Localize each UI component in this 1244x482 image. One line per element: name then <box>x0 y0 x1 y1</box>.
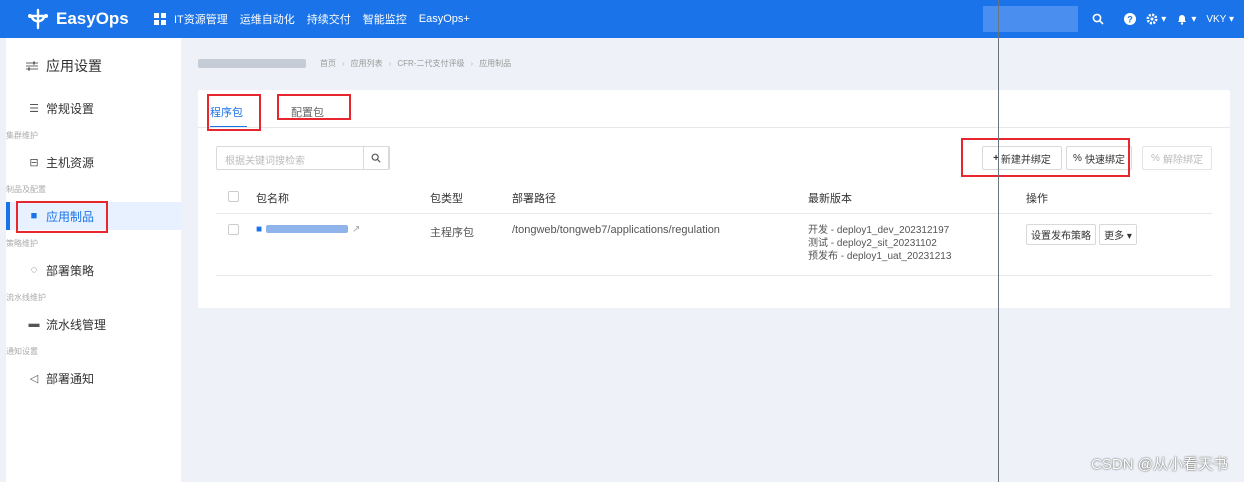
version-sit: 测试 - deploy2_sit_20231102 <box>808 237 937 249</box>
highlight-box-tab-config <box>277 94 351 120</box>
search-placeholder: 根据关键词搜检索 <box>225 156 305 167</box>
package-name-link[interactable]: ■ ↗ <box>256 224 430 235</box>
row-checkbox[interactable] <box>228 223 239 235</box>
blurred-package-name <box>266 225 349 233</box>
svg-text:?: ? <box>1128 15 1134 25</box>
more-dropdown-button[interactable]: 更多 ▾ <box>1099 223 1137 245</box>
sidebar-title: 应用设置 <box>6 38 181 94</box>
col-package-type: 包类型 <box>430 183 512 214</box>
col-package-name: 包名称 <box>256 183 430 214</box>
col-deploy-path: 部署路径 <box>512 183 808 214</box>
nav-item-delivery[interactable]: 持续交付 <box>307 11 351 27</box>
sidebar-group-cluster: 集群维护 <box>6 130 38 140</box>
col-latest-version: 最新版本 <box>808 183 1026 214</box>
breadcrumb-current: 应用制品 <box>479 59 512 68</box>
sidebar-group-notify: 通知设置 <box>6 346 38 356</box>
select-all-checkbox[interactable] <box>228 190 239 202</box>
sidebar-group-strategy: 策略维护 <box>6 238 38 248</box>
user-menu[interactable]: VKY ▾ <box>1206 14 1234 25</box>
unbind-button[interactable]: % 解除绑定 <box>1142 146 1212 170</box>
breadcrumb: 首页 › 应用列表 › CFR-二代支付评级 › 应用制品 <box>198 58 511 69</box>
col-actions: 操作 <box>1026 183 1212 214</box>
settings-sliders-icon <box>26 61 38 71</box>
sidebar-item-host-resource[interactable]: ⊟ 主机资源 <box>6 148 181 176</box>
breadcrumb-app[interactable]: CFR-二代支付评级 <box>397 58 464 69</box>
main-nav: IT资源管理 运维自动化 持续交付 智能监控 EasyOps+ <box>150 11 482 27</box>
version-uat: 预发布 - deploy1_uat_20231213 <box>808 250 952 262</box>
artifacts-card: 程序包 配置包 根据关键词搜检索 + 新建并绑定 % 快速绑定 % 解除绑定 包… <box>198 90 1230 308</box>
help-icon[interactable]: ? <box>1124 13 1137 25</box>
deploy-path: /tongweb/tongweb7/applications/regulatio… <box>512 213 808 276</box>
sidebar-item-deploy-notify[interactable]: ◁ 部署通知 <box>6 364 181 392</box>
sidebar-item-deploy-strategy[interactable]: ◌ 部署策略 <box>6 256 181 284</box>
table-row: ■ ↗ 主程序包 /tongweb/tongweb7/applications/… <box>216 213 1212 276</box>
table-header-row: 包名称 包类型 部署路径 最新版本 操作 <box>216 183 1212 214</box>
nav-item-it-resource[interactable]: IT资源管理 <box>174 11 228 27</box>
top-tools: ? ▾ ▾ VKY ▾ <box>983 0 1244 38</box>
sidebar: 应用设置 ☰ 常规设置 集群维护 ⊟ 主机资源 制品及配置 ■ 应用制品 策略维… <box>6 38 181 482</box>
sidebar-item-general-settings[interactable]: ☰ 常规设置 <box>6 94 181 122</box>
nav-item-automation[interactable]: 运维自动化 <box>240 11 295 27</box>
host-icon: ⊟ <box>29 156 39 169</box>
keyword-search-input[interactable]: 根据关键词搜检索 <box>216 146 390 170</box>
highlight-box-sidebar <box>16 201 108 233</box>
top-navbar: EasyOps IT资源管理 运维自动化 持续交付 智能监控 EasyOps+ … <box>0 0 1244 38</box>
strategy-icon: ◌ <box>30 264 38 276</box>
watermark: CSDN @从小看天书 <box>1091 456 1228 473</box>
sidebar-group-artifacts: 制品及配置 <box>6 184 46 194</box>
search-icon[interactable] <box>363 146 389 170</box>
apps-grid-icon[interactable] <box>154 13 166 25</box>
nav-item-easyops-plus[interactable]: EasyOps+ <box>419 13 470 25</box>
highlight-box-tab-program <box>207 94 261 131</box>
easyops-logo-icon <box>28 8 48 30</box>
notification-bell-icon[interactable]: ▾ <box>1176 13 1196 25</box>
breadcrumb-home[interactable]: 首页 <box>320 58 336 69</box>
search-icon[interactable] <box>1086 6 1110 32</box>
latest-versions: 开发 - deploy1_dev_202312197 测试 - deploy2_… <box>808 213 1026 276</box>
brand-name: EasyOps <box>56 9 129 28</box>
notify-icon: ◁ <box>29 372 39 385</box>
unlink-icon: % <box>1151 152 1160 164</box>
sidebar-item-pipeline[interactable]: ▬ 流水线管理 <box>6 310 181 338</box>
brand[interactable]: EasyOps <box>0 7 150 31</box>
breadcrumb-app-list[interactable]: 应用列表 <box>351 58 383 69</box>
package-table: 包名称 包类型 部署路径 最新版本 操作 ■ ↗ 主程序包 /tongweb/t… <box>216 183 1212 276</box>
pipeline-icon: ▬ <box>28 318 40 330</box>
external-link-icon[interactable]: ↗ <box>352 224 360 235</box>
nav-item-monitoring[interactable]: 智能监控 <box>363 11 407 27</box>
user-name: VKY <box>1206 13 1227 25</box>
package-icon: ■ <box>256 223 263 235</box>
sidebar-group-pipeline: 流水线维护 <box>6 292 46 302</box>
list-icon: ☰ <box>29 102 39 115</box>
package-type: 主程序包 <box>430 213 512 276</box>
set-release-strategy-button[interactable]: 设置发布策略 <box>1026 223 1096 245</box>
highlight-box-bind-buttons <box>961 138 1130 177</box>
overlay-divider-line <box>998 0 999 482</box>
version-dev: 开发 - deploy1_dev_202312197 <box>808 224 950 236</box>
settings-gear-icon[interactable]: ▾ <box>1146 13 1166 25</box>
blurred-app-name <box>198 59 306 68</box>
